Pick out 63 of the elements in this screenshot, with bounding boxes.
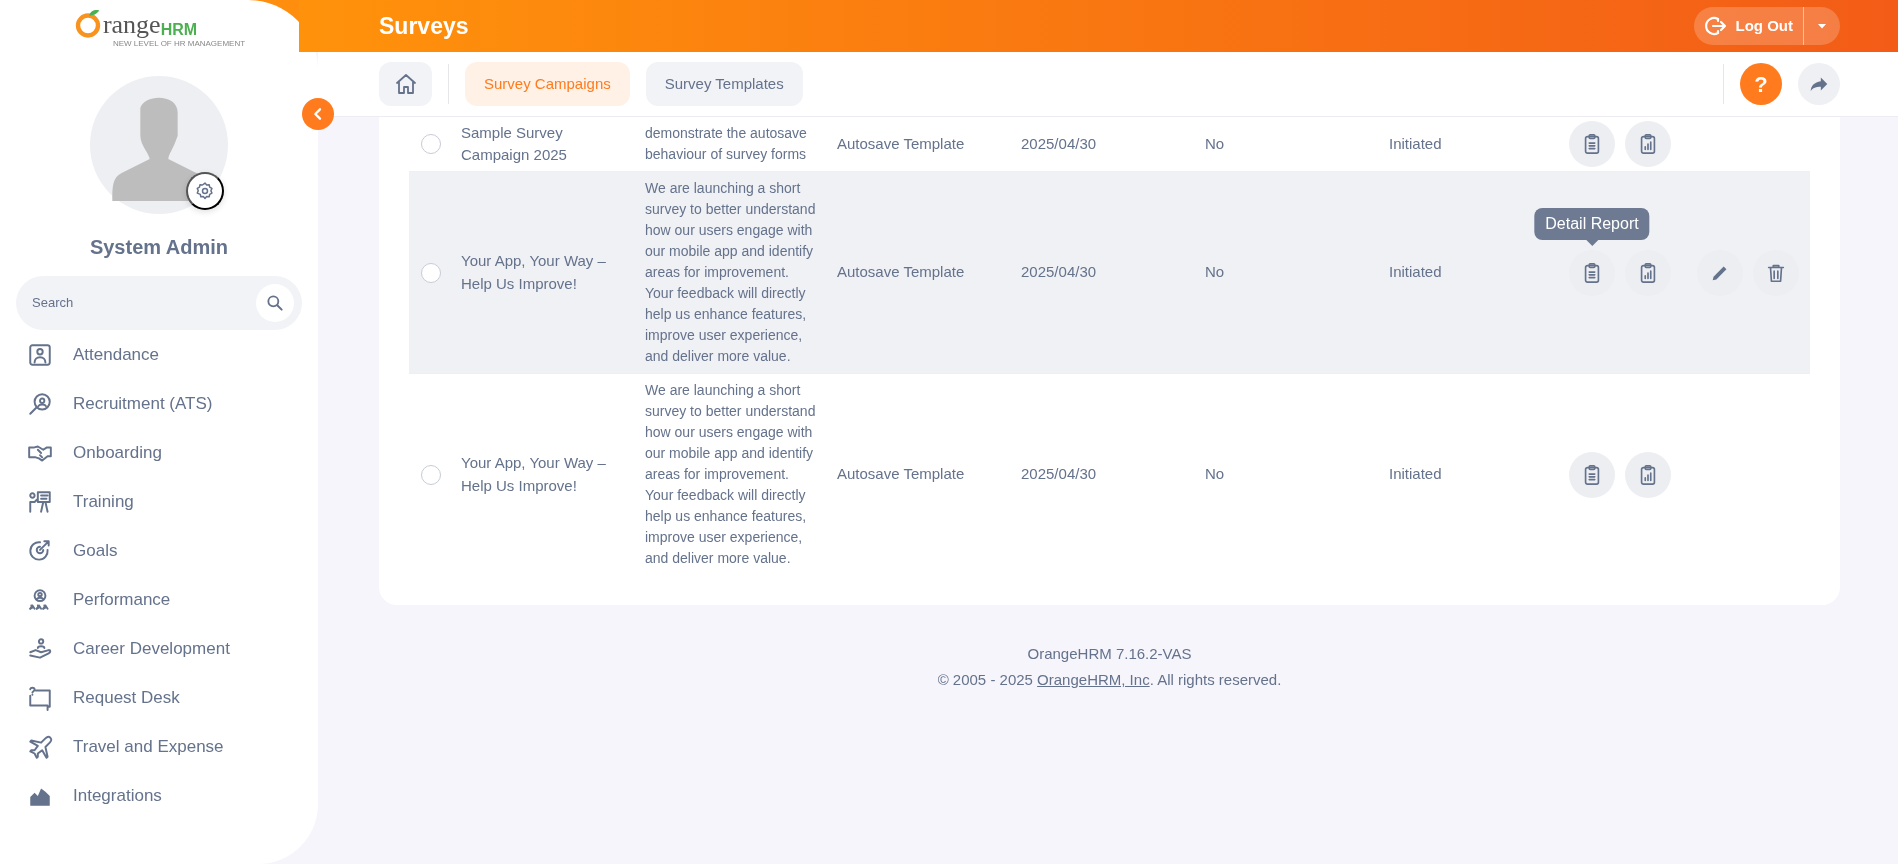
search-field[interactable]: Search (16, 276, 302, 330)
tab[interactable]: Survey Templates (645, 62, 803, 106)
request-icon (27, 684, 53, 711)
status-text: Initiated (1389, 262, 1443, 283)
campaign-name: Sample Survey Campaign 2025 (461, 122, 568, 165)
hand-person-icon (27, 635, 53, 662)
share-button[interactable] (1798, 63, 1840, 105)
brand-suffix: HRM (160, 22, 198, 38)
home-button[interactable] (379, 62, 432, 106)
campaign-name: Your App, Your Way – Help Us Improve! (461, 453, 607, 496)
page-title: Surveys (379, 11, 469, 41)
campaign-description: demonstrate the autosave behaviour of survey forms (645, 124, 808, 164)
sidebar-item[interactable]: Attendance (27, 330, 318, 379)
sidebar-item[interactable]: Goals (27, 526, 318, 575)
date-text: 2025/04/30 (1021, 133, 1098, 154)
template-name: Autosave Template (837, 262, 966, 283)
summary-report-button[interactable] (1625, 451, 1671, 498)
sidebar-item[interactable]: Onboarding (27, 428, 318, 477)
tooltip: Detail Report (1534, 207, 1650, 246)
attendance-icon (27, 341, 53, 368)
user-name: System Admin (89, 235, 229, 260)
date-text: 2025/04/30 (1021, 262, 1098, 283)
sidebar-item[interactable]: Travel and Expense (27, 722, 318, 771)
search-button[interactable] (256, 284, 294, 322)
version-text: OrangeHRM 7.16.2-VAS (1026, 644, 1193, 664)
template-name: Autosave Template (837, 133, 966, 154)
campaign-description: We are launching a short survey to better understand how our users engage with our mobile app and identify areas for improvement. Your feedback will directly help us enhance features, improve user experience, and deliver more value. (645, 381, 817, 568)
copyright-text: © 2005 - 2025 OrangeHRM, Inc. All rights reserved. (936, 670, 1283, 690)
row-checkbox[interactable] (421, 464, 441, 485)
sidebar-item[interactable]: Career Development (27, 624, 318, 673)
template-name: Autosave Template (837, 464, 966, 485)
campaign-description: We are launching a short survey to better understand how our users engage with our mobile app and identify areas for improvement. Your feedback will directly help us enhance features, improve user experience, and deliver more value. (645, 179, 817, 366)
recruitment-icon (27, 390, 53, 417)
summary-report-button[interactable] (1625, 121, 1671, 167)
company-link[interactable]: OrangeHRM, Inc (1037, 671, 1150, 688)
search-input[interactable]: Search (30, 292, 256, 314)
sidebar-item[interactable]: Request Desk (27, 673, 318, 722)
help-button[interactable]: ? (1740, 63, 1782, 105)
settings-button[interactable] (186, 172, 224, 210)
sidebar-item[interactable]: Recruitment (ATS) (27, 379, 318, 428)
row-checkbox[interactable] (421, 134, 441, 154)
search-icon (265, 293, 285, 313)
sidebar-item[interactable]: Performance (27, 575, 318, 624)
sidebar-item[interactable]: Integrations (27, 771, 318, 820)
airplane-icon (27, 733, 53, 760)
settings-icon (195, 181, 215, 201)
presentation-icon (27, 488, 53, 515)
logout-icon (1703, 14, 1728, 38)
table-cell-text: No (1205, 133, 1226, 154)
date-text: 2025/04/30 (1021, 464, 1098, 485)
home-icon (393, 72, 418, 96)
table-cell-text: No (1205, 464, 1226, 485)
row-checkbox[interactable] (421, 262, 441, 283)
status-text: Initiated (1389, 133, 1443, 154)
status-text: Initiated (1389, 464, 1443, 485)
table-cell-text: No (1205, 262, 1226, 283)
brand-name: range (102, 12, 161, 38)
target-icon (27, 537, 53, 564)
campaign-name: Your App, Your Way – Help Us Improve! (461, 251, 607, 294)
detail-report-button[interactable] (1569, 121, 1615, 167)
tagline: NEW LEVEL OF HR MANAGEMENT (112, 38, 246, 50)
detail-report-button[interactable] (1569, 451, 1615, 498)
sidebar-item[interactable]: Training (27, 477, 318, 526)
